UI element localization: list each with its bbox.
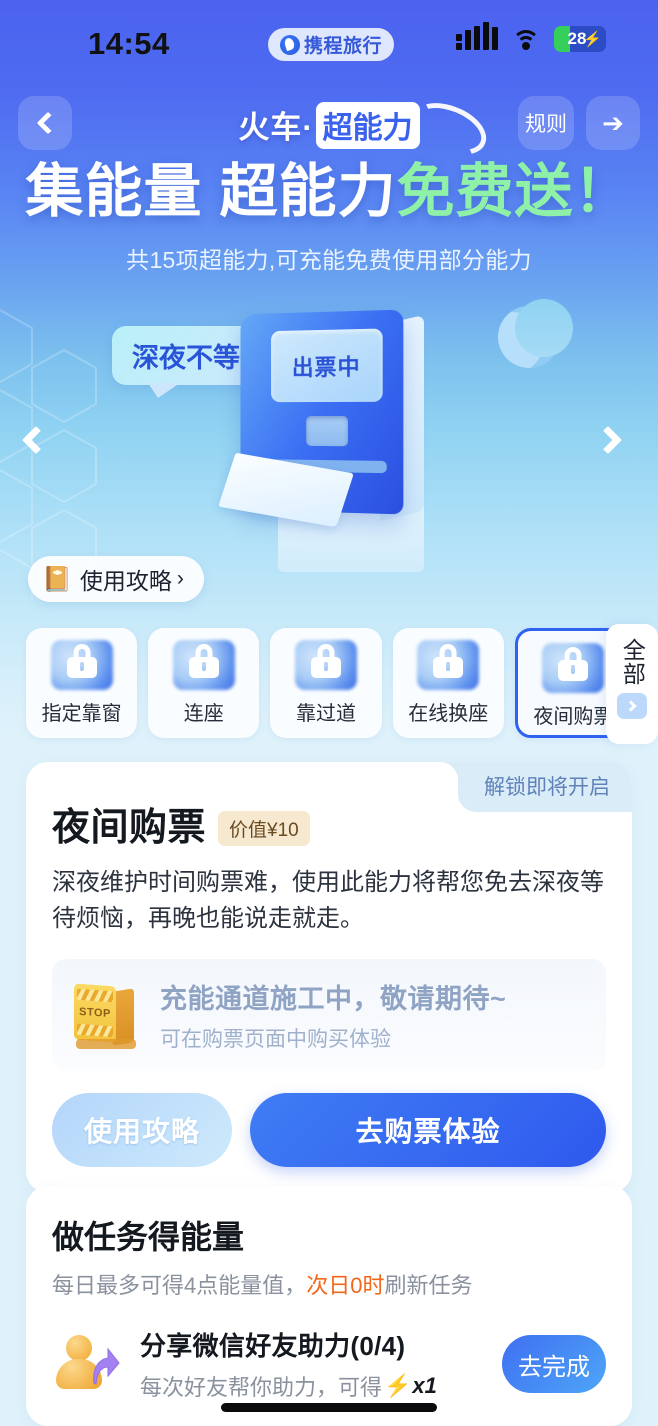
notice-texts: 充能通道施工中，敬请期待~ 可在购票页面中购买体验 (160, 977, 506, 1053)
app-brand-label: 携程旅行 (304, 36, 383, 57)
hero-subtitle: 共15项超能力,可充能免费使用部分能力 (126, 246, 532, 273)
status-bar: 14:54 携程旅行 28 ⚡ (0, 0, 658, 76)
lock-icon (188, 644, 219, 678)
detail-description: 深夜维护时间购票难，使用此能力将帮您免去深夜等待烦恼，再晚也能说走就走。 (52, 869, 604, 932)
rules-label: 规则 (525, 113, 567, 136)
go-buy-ticket-button[interactable]: 去购票体验 (250, 1093, 606, 1167)
task-note: 每次好友帮你助力，可得 ⚡ x1 (140, 1370, 486, 1402)
notice-title: 充能通道施工中，敬请期待~ (160, 984, 507, 1014)
ability-card-2[interactable]: 靠过道 (270, 628, 382, 738)
ctrip-logo-icon (280, 34, 300, 55)
stop-sign-icon: STOP (68, 981, 146, 1049)
ability-label: 夜间购票 (533, 706, 614, 728)
share-button[interactable]: ➔ (586, 96, 640, 150)
headline-white-part: 集能量 超能力 (25, 159, 397, 224)
carousel-next-button[interactable] (593, 425, 632, 464)
share-arrow-icon: ➔ (602, 108, 624, 138)
task-row: 分享微信好友助力(0/4) 每次好友帮你助力，可得 ⚡ x1 去完成 (52, 1326, 606, 1402)
battery-icon: 28 ⚡ (554, 26, 606, 52)
ability-label: 指定靠窗 (41, 703, 122, 725)
task-card: 做任务得能量 每日最多可得4点能量值，次日0时刷新任务 分享微信好友助力(0/4… (26, 1186, 632, 1426)
view-all-label: 全部 (619, 638, 646, 686)
app-brand-pill: 携程旅行 (268, 28, 395, 61)
chevron-left-icon (21, 425, 51, 455)
task-note-post: x1 (412, 1373, 437, 1398)
chevron-right-icon (593, 425, 623, 455)
maintenance-notice: STOP 充能通道施工中，敬请期待~ 可在购票页面中购买体验 (52, 959, 606, 1071)
task-subtitle-pre: 每日最多可得4点能量值， (52, 1273, 307, 1298)
task-note-pre: 每次好友帮你助力，可得 (140, 1375, 383, 1400)
ability-label: 连座 (183, 703, 224, 725)
ability-label: 在线换座 (408, 703, 489, 725)
task-subtitle-post: 刷新任务 (384, 1273, 473, 1298)
notebook-icon: 📔 (42, 565, 72, 593)
task-texts: 分享微信好友助力(0/4) 每次好友帮你助力，可得 ⚡ x1 (140, 1326, 486, 1402)
charging-bolt-icon: ⚡ (583, 31, 602, 48)
machine-screen-label: 出票中 (291, 354, 361, 381)
chevron-right-icon: › (176, 567, 184, 590)
lock-icon (311, 644, 341, 678)
usage-guide-button[interactable]: 使用攻略 (52, 1093, 232, 1167)
lock-icon (433, 644, 464, 678)
headline-green-part: 免费送！ (396, 159, 633, 224)
task-action-button[interactable]: 去完成 (502, 1335, 606, 1393)
task-section-title: 做任务得能量 (52, 1219, 245, 1255)
view-all-abilities-button[interactable]: 全部 (606, 624, 658, 744)
ability-card-1[interactable]: 连座 (148, 628, 260, 738)
chevron-right-icon (617, 693, 647, 719)
home-indicator (221, 1403, 437, 1412)
status-time: 14:54 (88, 26, 170, 61)
nav-bar: 火车· 超能力 规则 ➔ (0, 93, 658, 165)
page-title-main: 火车· (238, 110, 314, 145)
task-section-subtitle: 每日最多可得4点能量值，次日0时刷新任务 (52, 1268, 606, 1300)
app-screen: 14:54 携程旅行 28 ⚡ 火车· 超能力 规则 ➔ 集能量 超能力免费送！… (0, 0, 658, 1426)
carousel-prev-button[interactable] (21, 425, 60, 464)
headline-line: 集能量 超能力免费送！ (0, 159, 658, 225)
ticket-machine-illustration: 出票中 (218, 309, 452, 572)
share-friend-icon (52, 1333, 124, 1395)
ability-card-0[interactable]: 指定靠窗 (26, 628, 138, 738)
task-subtitle-highlight: 次日0时 (306, 1273, 385, 1298)
detail-title: 夜间购票 (52, 807, 207, 849)
value-badge: 价值¥10 (218, 811, 310, 846)
lock-icon (66, 644, 97, 678)
rules-button[interactable]: 规则 (518, 96, 574, 150)
signal-icon (456, 27, 498, 50)
ability-label: 靠过道 (296, 703, 356, 725)
usage-guide-label: 使用攻略 (79, 568, 172, 594)
hero-headline: 集能量 超能力免费送！ 共15项超能力,可充能免费使用部分能力 (0, 159, 658, 275)
ability-card-3[interactable]: 在线换座 (392, 628, 504, 738)
lock-icon (558, 647, 589, 681)
status-badge: 解锁即将开启 (440, 762, 632, 812)
ability-detail-card: 解锁即将开启 夜间购票 价值¥10 深夜维护时间购票难，使用此能力将帮您免去深夜… (26, 762, 632, 1193)
task-name: 分享微信好友助力(0/4) (140, 1331, 406, 1361)
ability-card-list: 指定靠窗 连座 靠过道 在线换座 夜间购票 (26, 628, 633, 738)
energy-bolt-icon: ⚡ (384, 1373, 412, 1398)
status-indicators: 28 ⚡ (456, 26, 606, 52)
usage-guide-pill-button[interactable]: 📔 使用攻略 › (28, 556, 204, 602)
page-title-badge: 超能力 (315, 102, 420, 149)
moon-icon (498, 299, 573, 368)
wifi-icon (512, 28, 540, 50)
notice-subtitle: 可在购票页面中购买体验 (160, 1028, 391, 1051)
detail-button-row: 使用攻略 去购票体验 (52, 1093, 606, 1167)
